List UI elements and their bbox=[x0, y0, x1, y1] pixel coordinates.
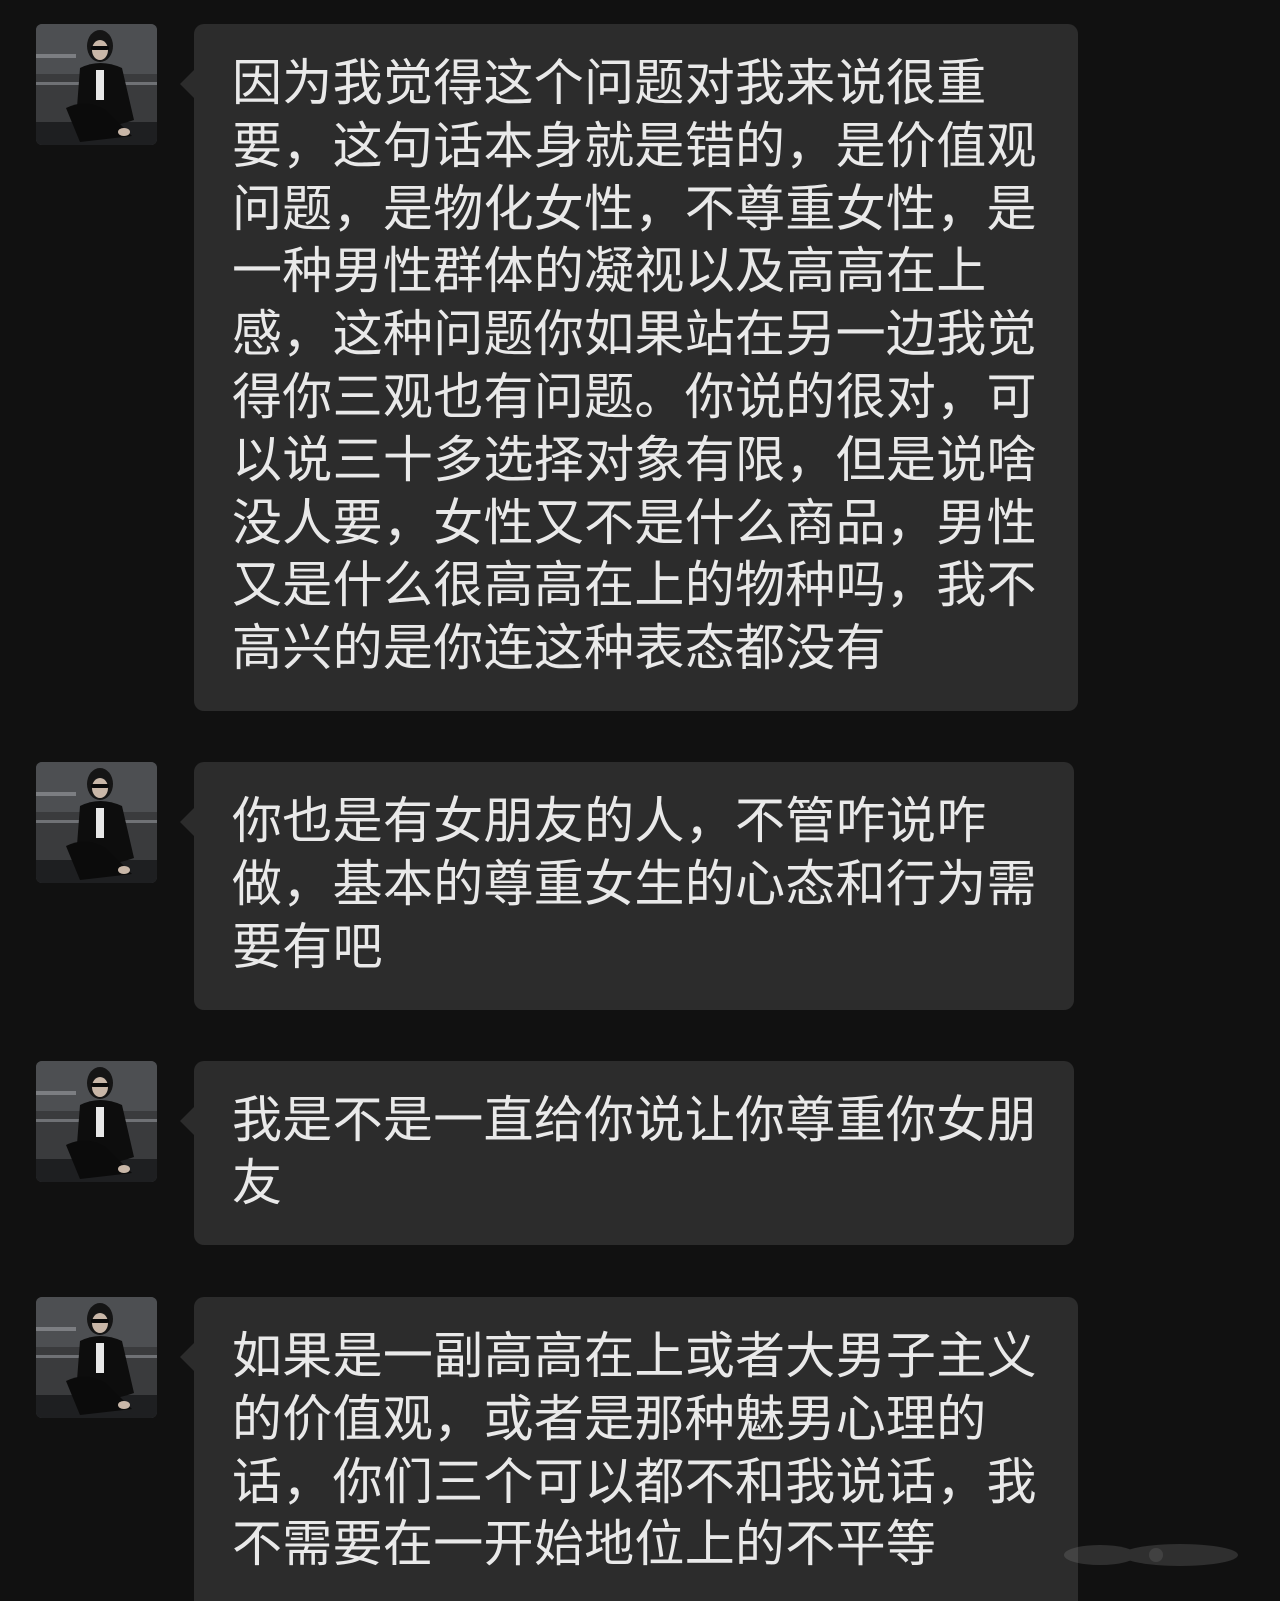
message-text: 我是不是一直给你说让你尊重你女朋友 bbox=[232, 1091, 1037, 1212]
avatar-person-sunglasses-icon bbox=[36, 24, 157, 145]
message-text: 如果是一副高高在上或者大男子主义的价值观，或者是那种魅男心理的话，你们三个可以都… bbox=[232, 1327, 1037, 1574]
message-bubble[interactable]: 如果是一副高高在上或者大男子主义的价值观，或者是那种魅男心理的话，你们三个可以都… bbox=[180, 1297, 1078, 1601]
avatar[interactable] bbox=[36, 1297, 157, 1418]
watermark-logo bbox=[1064, 1544, 1238, 1566]
avatar-person-sunglasses-icon bbox=[36, 1297, 157, 1418]
message-text: 你也是有女朋友的人，不管咋说咋做，基本的尊重女生的心态和行为需要有吧 bbox=[232, 792, 1037, 976]
message-bubble[interactable]: 我是不是一直给你说让你尊重你女朋友 bbox=[180, 1061, 1074, 1245]
avatar-person-sunglasses-icon bbox=[36, 1061, 157, 1182]
chat-conversation: 因为我觉得这个问题对我来说很重要，这句话本身就是错的，是价值观问题，是物化女性，… bbox=[0, 0, 1280, 1601]
message-bubble[interactable]: 因为我觉得这个问题对我来说很重要，这句话本身就是错的，是价值观问题，是物化女性，… bbox=[180, 24, 1078, 711]
message-bubble[interactable]: 你也是有女朋友的人，不管咋说咋做，基本的尊重女生的心态和行为需要有吧 bbox=[180, 762, 1074, 1010]
avatar-person-sunglasses-icon bbox=[36, 762, 157, 883]
avatar[interactable] bbox=[36, 24, 157, 145]
avatar[interactable] bbox=[36, 1061, 157, 1182]
avatar[interactable] bbox=[36, 762, 157, 883]
message-text: 因为我觉得这个问题对我来说很重要，这句话本身就是错的，是价值观问题，是物化女性，… bbox=[232, 54, 1037, 678]
